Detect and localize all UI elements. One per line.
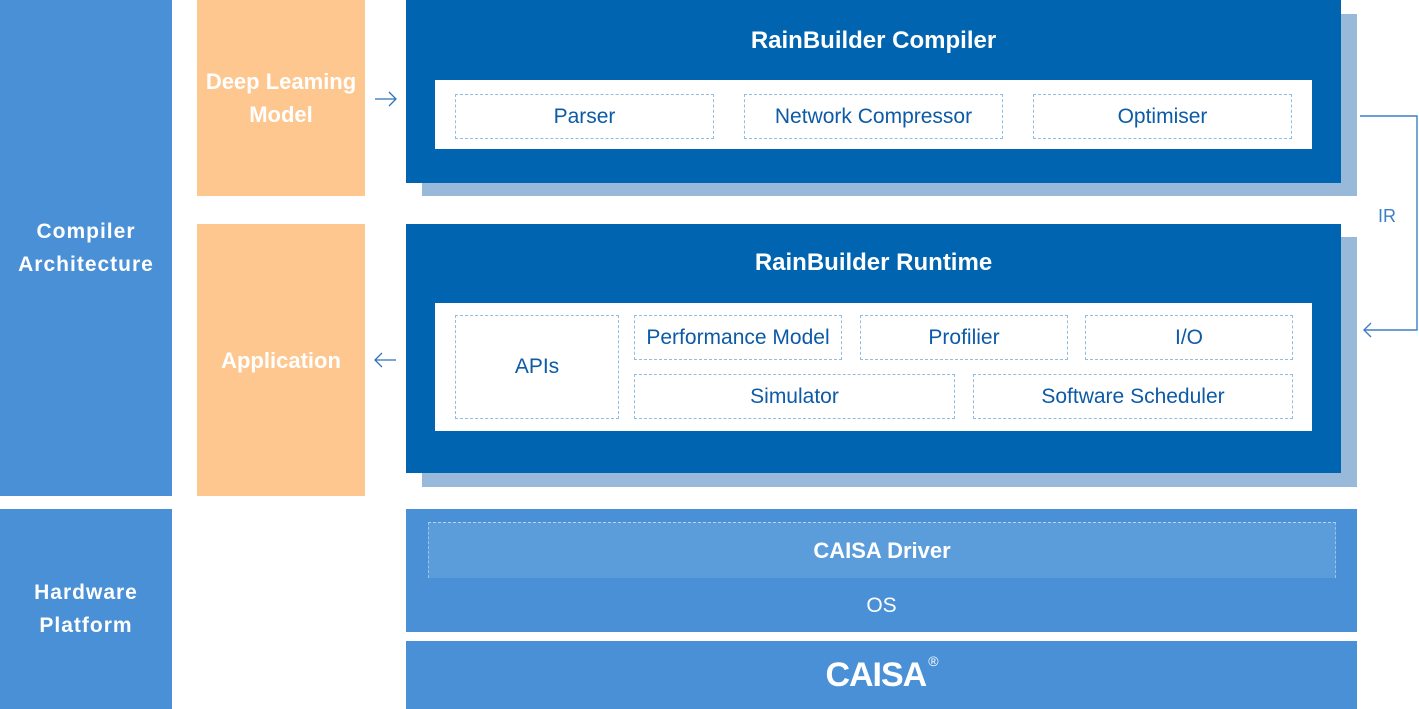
arrow-right-icon <box>375 91 397 107</box>
arrow-left-icon <box>374 352 396 368</box>
connectors <box>374 91 1418 368</box>
ir-label: IR <box>1378 206 1396 226</box>
